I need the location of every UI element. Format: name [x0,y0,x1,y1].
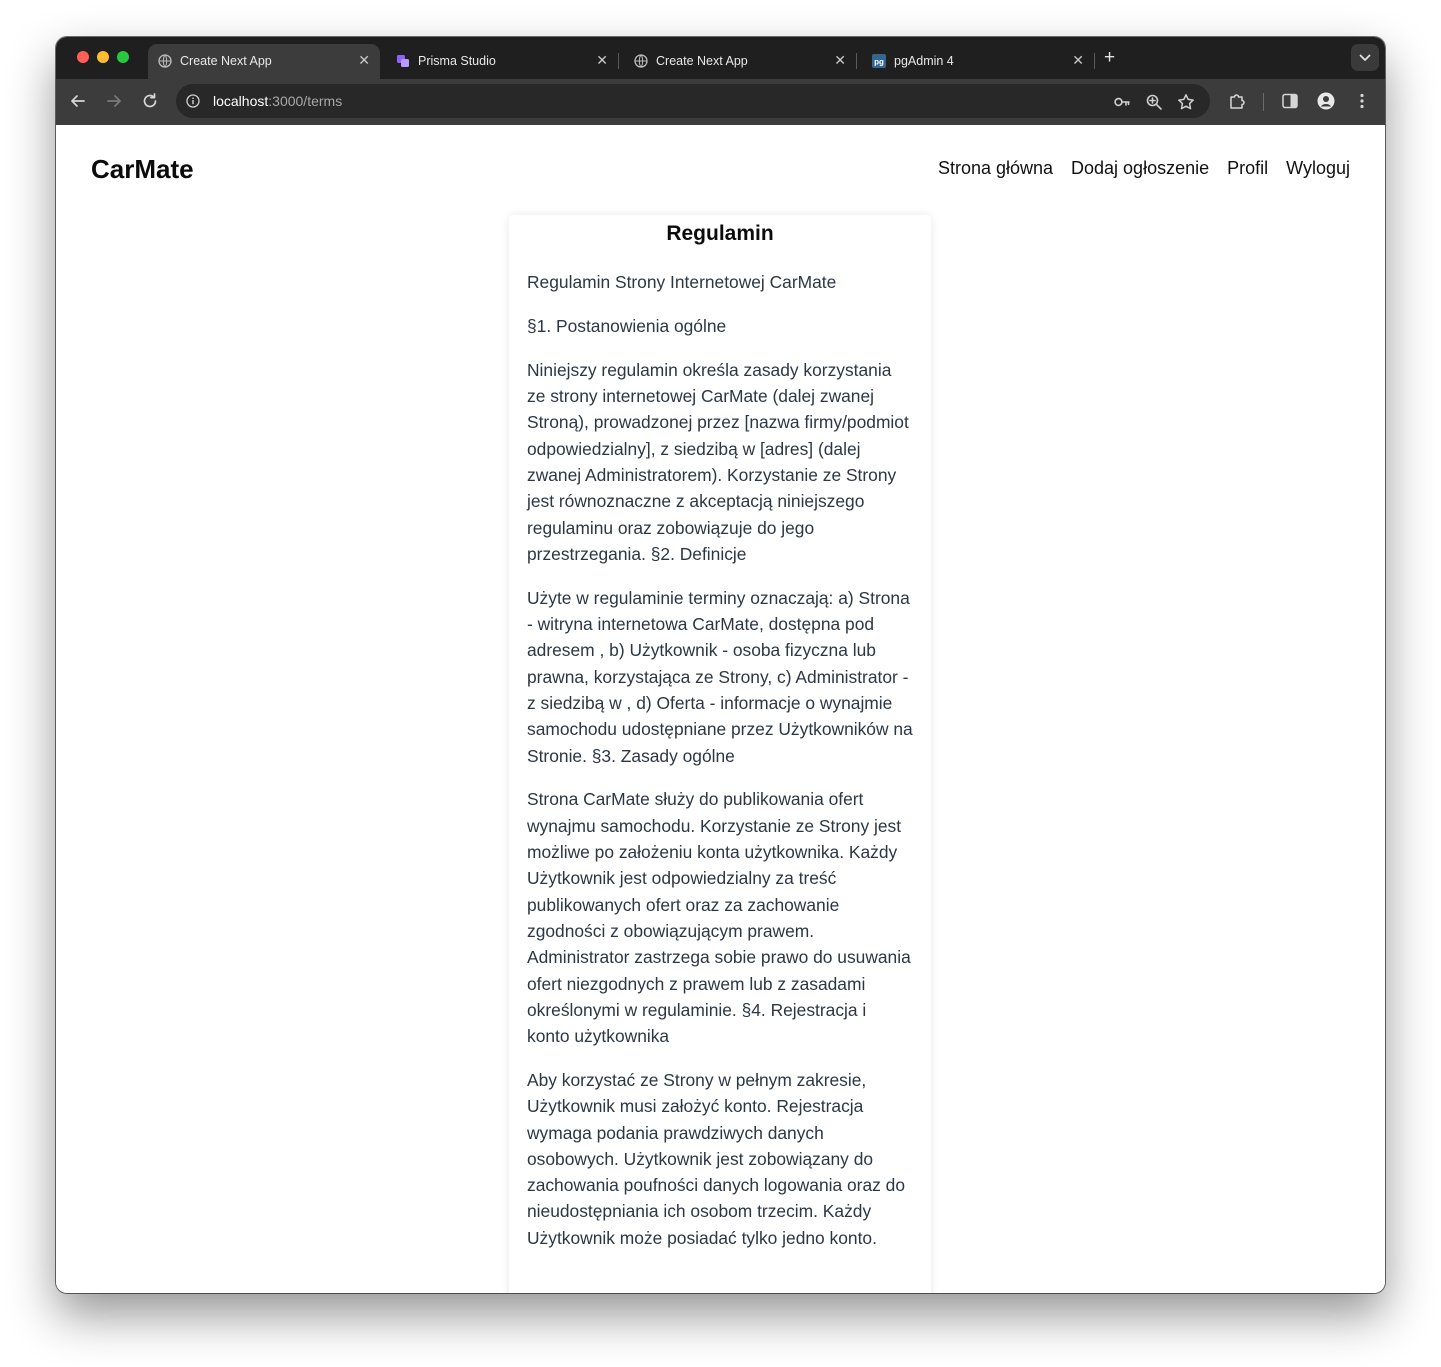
zoom-window-button[interactable] [117,51,129,63]
nav-link-add-listing[interactable]: Dodaj ogłoszenie [1071,158,1209,179]
web-page: CarMate Strona główna Dodaj ogłoszenie P… [56,125,1385,1293]
tab-close-icon[interactable]: ✕ [358,52,370,69]
tab-pgadmin[interactable]: pg pgAdmin 4 ✕ [862,44,1095,79]
nav-link-logout[interactable]: Wyloguj [1286,158,1350,179]
terms-paragraph: Strona CarMate służy do publikowania ofe… [527,789,911,1047]
profile-avatar-icon[interactable] [1317,92,1335,110]
chevron-down-icon [1359,54,1371,61]
url-text[interactable]: localhost:3000/terms [213,93,342,109]
close-window-button[interactable] [77,51,89,63]
tab-close-icon[interactable]: ✕ [596,52,608,69]
reload-icon[interactable] [140,91,160,111]
tab-search-button[interactable] [1351,44,1379,71]
url-path: :3000/terms [268,93,343,109]
new-tab-button[interactable]: + [1104,48,1115,67]
site-info-icon[interactable] [186,94,200,108]
browser-toolbar: localhost:3000/terms [56,79,1385,125]
forward-arrow-icon[interactable] [104,91,124,111]
terms-paragraph: Niniejszy regulamin określa zasady korzy… [527,359,909,564]
tab-close-icon[interactable]: ✕ [834,52,846,69]
site-logo[interactable]: CarMate [91,154,194,185]
tab-create-next-app[interactable]: Create Next App ✕ [148,44,380,79]
browser-window: Create Next App ✕ Prisma Studio ✕ Create… [56,37,1385,1293]
minimize-window-button[interactable] [97,51,109,63]
terms-card: Regulamin Regulamin Strony Internetowej … [509,215,931,1293]
zoom-icon[interactable] [1145,93,1163,111]
nav-link-home[interactable]: Strona główna [938,158,1053,179]
tab-close-icon[interactable]: ✕ [1072,52,1084,69]
terms-paragraph: Regulamin Strony Internetowej CarMate [527,272,837,292]
terms-paragraph: Aby korzystać ze Strony w pełnym zakresi… [527,1069,906,1248]
tab-separator [856,53,857,69]
tab-strip: Create Next App ✕ Prisma Studio ✕ Create… [56,37,1385,79]
pgadmin-icon: pg [872,54,886,68]
terms-paragraph: §1. Postanowienia ogólne [527,315,727,336]
tab-separator [618,53,619,69]
tab-title: Create Next App [180,54,272,68]
key-icon[interactable] [1113,93,1131,111]
nav-link-profile[interactable]: Profil [1227,158,1268,179]
main-nav: Strona główna Dodaj ogłoszenie Profil Wy… [938,158,1350,179]
bookmark-star-icon[interactable] [1177,93,1195,111]
globe-icon [634,54,648,68]
tab-title: pgAdmin 4 [894,54,954,68]
page-title: Regulamin [666,222,774,245]
url-host: localhost [213,93,269,109]
tab-title: Create Next App [656,54,748,68]
more-menu-icon[interactable] [1353,92,1371,110]
extensions-icon[interactable] [1228,92,1246,110]
terms-paragraph: Użyte w regulaminie terminy oznaczają: a… [527,587,913,766]
tab-separator [1094,53,1095,69]
globe-icon [158,54,172,68]
svg-text:pg: pg [874,58,884,67]
address-bar[interactable]: localhost:3000/terms [176,84,1210,118]
back-arrow-icon[interactable] [68,91,88,111]
terms-content: Regulamin Strony Internetowej CarMate §1… [527,269,913,1269]
tab-title: Prisma Studio [418,54,496,68]
toolbar-separator [1263,93,1264,111]
tab-create-next-app-2[interactable]: Create Next App ✕ [624,44,857,79]
tab-prisma-studio[interactable]: Prisma Studio ✕ [386,44,619,79]
prisma-icon [397,55,409,67]
side-panel-icon[interactable] [1281,92,1299,110]
